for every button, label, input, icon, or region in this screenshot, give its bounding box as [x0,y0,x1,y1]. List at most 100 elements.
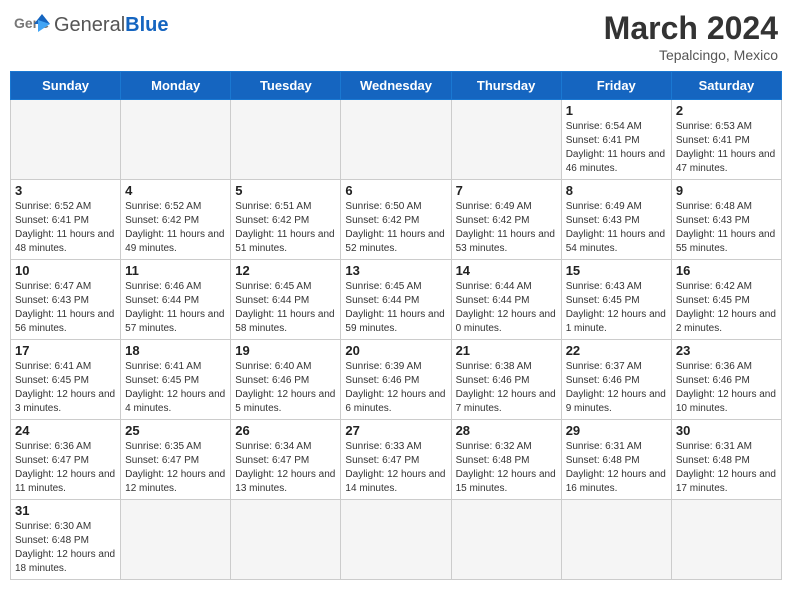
location: Tepalcingo, Mexico [604,47,778,63]
day-number: 27 [345,423,446,438]
day-info: Sunrise: 6:45 AM Sunset: 6:44 PM Dayligh… [345,280,446,336]
day-info: Sunrise: 6:50 AM Sunset: 6:42 PM Dayligh… [345,200,446,256]
day-info: Sunrise: 6:52 AM Sunset: 6:41 PM Dayligh… [15,200,116,256]
calendar-cell [561,500,671,580]
month-year: March 2024 [604,10,778,47]
calendar-cell: 25 Sunrise: 6:35 AM Sunset: 6:47 PM Dayli… [121,420,231,500]
calendar-cell: 31 Sunrise: 6:30 AM Sunset: 6:48 PM Dayli… [11,500,121,580]
day-number: 6 [345,183,446,198]
weekday-header-tuesday: Tuesday [231,72,341,100]
calendar-cell: 10 Sunrise: 6:47 AM Sunset: 6:43 PM Dayli… [11,260,121,340]
weekday-header-friday: Friday [561,72,671,100]
calendar-cell: 27Sunrise: 6:33 AM Sunset: 6:47 PM Dayli… [341,420,451,500]
calendar-cell [341,100,451,180]
day-number: 5 [235,183,336,198]
calendar-cell: 5 Sunrise: 6:51 AM Sunset: 6:42 PM Daylig… [231,180,341,260]
weekday-header-thursday: Thursday [451,72,561,100]
calendar-cell: 3 Sunrise: 6:52 AM Sunset: 6:41 PM Daylig… [11,180,121,260]
day-number: 28 [456,423,557,438]
calendar-cell [451,100,561,180]
day-number: 4 [125,183,226,198]
day-info: Sunrise: 6:52 AM Sunset: 6:42 PM Dayligh… [125,200,226,256]
day-info: Sunrise: 6:45 AM Sunset: 6:44 PM Dayligh… [235,280,336,336]
calendar-cell: 6 Sunrise: 6:50 AM Sunset: 6:42 PM Daylig… [341,180,451,260]
day-info: Sunrise: 6:43 AM Sunset: 6:45 PM Dayligh… [566,280,667,336]
calendar-cell: 28 Sunrise: 6:32 AM Sunset: 6:48 PM Dayli… [451,420,561,500]
calendar-cell: 1Sunrise: 6:54 AM Sunset: 6:41 PM Daylig… [561,100,671,180]
week-row-3: 10 Sunrise: 6:47 AM Sunset: 6:43 PM Dayli… [11,260,782,340]
day-info: Sunrise: 6:34 AM Sunset: 6:47 PM Dayligh… [235,440,336,496]
day-info: Sunrise: 6:38 AM Sunset: 6:46 PM Dayligh… [456,360,557,416]
day-number: 12 [235,263,336,278]
day-number: 2 [676,103,777,118]
calendar-cell: 29 Sunrise: 6:31 AM Sunset: 6:48 PM Dayli… [561,420,671,500]
calendar-cell: 2 Sunrise: 6:53 AM Sunset: 6:41 PM Daylig… [671,100,781,180]
day-info: Sunrise: 6:41 AM Sunset: 6:45 PM Dayligh… [125,360,226,416]
day-number: 24 [15,423,116,438]
calendar-cell: 26 Sunrise: 6:34 AM Sunset: 6:47 PM Dayli… [231,420,341,500]
day-number: 1 [566,103,667,118]
day-info: Sunrise: 6:39 AM Sunset: 6:46 PM Dayligh… [345,360,446,416]
header: General GeneralBlue March 2024 Tepalcing… [10,10,782,63]
day-info: Sunrise: 6:36 AM Sunset: 6:46 PM Dayligh… [676,360,777,416]
day-info: Sunrise: 6:49 AM Sunset: 6:42 PM Dayligh… [456,200,557,256]
day-info: Sunrise: 6:51 AM Sunset: 6:42 PM Dayligh… [235,200,336,256]
calendar-cell: 13 Sunrise: 6:45 AM Sunset: 6:44 PM Dayli… [341,260,451,340]
calendar-cell: 7 Sunrise: 6:49 AM Sunset: 6:42 PM Daylig… [451,180,561,260]
day-number: 7 [456,183,557,198]
calendar-cell: 16 Sunrise: 6:42 AM Sunset: 6:45 PM Dayli… [671,260,781,340]
day-info: Sunrise: 6:31 AM Sunset: 6:48 PM Dayligh… [676,440,777,496]
day-info: Sunrise: 6:48 AM Sunset: 6:43 PM Dayligh… [676,200,777,256]
day-number: 15 [566,263,667,278]
day-info: Sunrise: 6:32 AM Sunset: 6:48 PM Dayligh… [456,440,557,496]
calendar-cell [341,500,451,580]
calendar-cell [231,100,341,180]
title-area: March 2024 Tepalcingo, Mexico [604,10,778,63]
day-info: Sunrise: 6:30 AM Sunset: 6:48 PM Dayligh… [15,520,116,576]
day-info: Sunrise: 6:37 AM Sunset: 6:46 PM Dayligh… [566,360,667,416]
day-info: Sunrise: 6:35 AM Sunset: 6:47 PM Dayligh… [125,440,226,496]
weekday-header-sunday: Sunday [11,72,121,100]
calendar-cell: 8Sunrise: 6:49 AM Sunset: 6:43 PM Daylig… [561,180,671,260]
day-number: 31 [15,503,116,518]
week-row-5: 24Sunrise: 6:36 AM Sunset: 6:47 PM Dayli… [11,420,782,500]
calendar-cell: 19Sunrise: 6:40 AM Sunset: 6:46 PM Dayli… [231,340,341,420]
generalblue-logo-icon: General [14,10,50,40]
calendar-cell: 14 Sunrise: 6:44 AM Sunset: 6:44 PM Dayli… [451,260,561,340]
day-info: Sunrise: 6:44 AM Sunset: 6:44 PM Dayligh… [456,280,557,336]
calendar-cell: 17Sunrise: 6:41 AM Sunset: 6:45 PM Dayli… [11,340,121,420]
day-info: Sunrise: 6:47 AM Sunset: 6:43 PM Dayligh… [15,280,116,336]
calendar-cell: 15 Sunrise: 6:43 AM Sunset: 6:45 PM Dayli… [561,260,671,340]
day-number: 29 [566,423,667,438]
day-number: 20 [345,343,446,358]
day-info: Sunrise: 6:40 AM Sunset: 6:46 PM Dayligh… [235,360,336,416]
day-number: 23 [676,343,777,358]
calendar-cell [671,500,781,580]
day-number: 26 [235,423,336,438]
calendar-cell: 23 Sunrise: 6:36 AM Sunset: 6:46 PM Dayli… [671,340,781,420]
week-row-2: 3 Sunrise: 6:52 AM Sunset: 6:41 PM Daylig… [11,180,782,260]
day-number: 30 [676,423,777,438]
day-number: 25 [125,423,226,438]
calendar-cell: 4 Sunrise: 6:52 AM Sunset: 6:42 PM Daylig… [121,180,231,260]
calendar-cell [121,500,231,580]
day-number: 3 [15,183,116,198]
day-number: 10 [15,263,116,278]
day-number: 13 [345,263,446,278]
weekday-header-row: SundayMondayTuesdayWednesdayThursdayFrid… [11,72,782,100]
day-number: 16 [676,263,777,278]
day-info: Sunrise: 6:42 AM Sunset: 6:45 PM Dayligh… [676,280,777,336]
calendar-cell: 22 Sunrise: 6:37 AM Sunset: 6:46 PM Dayli… [561,340,671,420]
day-number: 14 [456,263,557,278]
day-number: 22 [566,343,667,358]
week-row-1: 1Sunrise: 6:54 AM Sunset: 6:41 PM Daylig… [11,100,782,180]
day-number: 17 [15,343,116,358]
calendar-cell: 12 Sunrise: 6:45 AM Sunset: 6:44 PM Dayli… [231,260,341,340]
calendar-cell: 9Sunrise: 6:48 AM Sunset: 6:43 PM Daylig… [671,180,781,260]
calendar-cell [451,500,561,580]
calendar-cell: 18Sunrise: 6:41 AM Sunset: 6:45 PM Dayli… [121,340,231,420]
day-info: Sunrise: 6:49 AM Sunset: 6:43 PM Dayligh… [566,200,667,256]
calendar-cell [121,100,231,180]
day-info: Sunrise: 6:53 AM Sunset: 6:41 PM Dayligh… [676,120,777,176]
day-info: Sunrise: 6:31 AM Sunset: 6:48 PM Dayligh… [566,440,667,496]
